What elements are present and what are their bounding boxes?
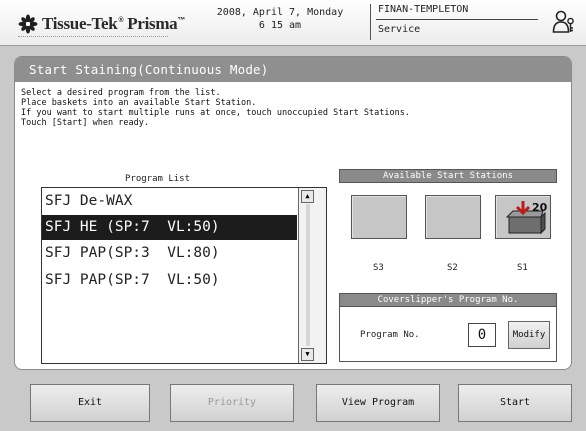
date-time: 2008, April 7, Monday 6 15 am xyxy=(210,6,350,32)
logo-flower-icon xyxy=(18,14,38,34)
instruction-line: If you want to start multiple runs at on… xyxy=(21,108,410,118)
coverslipper-header: Coverslipper's Program No. xyxy=(339,293,557,307)
program-list-label: Program List xyxy=(125,174,191,184)
app-header: Tissue-Tek® Prisma™ 2008, April 7, Monda… xyxy=(0,0,586,46)
logo: Tissue-Tek® Prisma™ xyxy=(18,12,185,36)
screen-title: Start Staining(Continuous Mode) xyxy=(29,62,269,77)
program-no-label: Program No. xyxy=(360,330,420,340)
instructions: Select a desired program from the list. … xyxy=(21,88,561,128)
station-s1-button[interactable]: 20 xyxy=(495,195,551,239)
instruction-line: Select a desired program from the list. xyxy=(21,88,221,98)
scroll-down-button[interactable]: ▼ xyxy=(301,348,314,361)
instruction-line: Place baskets into an available Start St… xyxy=(21,98,257,108)
triangle-down-icon: ▼ xyxy=(305,350,310,358)
date-text: 2008, April 7, Monday xyxy=(216,7,344,18)
instruction-line: Touch [Start] when ready. xyxy=(21,118,149,128)
basket-loaded-icon: 20 xyxy=(505,201,548,235)
modify-button[interactable]: Modify xyxy=(508,321,550,349)
station-s3-button[interactable] xyxy=(351,195,407,239)
program-list-scrollbar[interactable]: ▲ ▼ xyxy=(298,188,326,363)
logo-underline xyxy=(18,36,168,38)
program-item[interactable]: SFJ De-WAX xyxy=(42,189,297,214)
station-label: S2 xyxy=(447,263,458,273)
program-item[interactable]: SFJ PAP(SP:3 VL:80) xyxy=(42,241,297,266)
title-bar: Start Staining(Continuous Mode) xyxy=(15,57,571,82)
time-text: 6 15 am xyxy=(258,20,302,31)
scroll-up-button[interactable]: ▲ xyxy=(301,190,314,203)
user-separator xyxy=(376,19,538,20)
program-list[interactable]: SFJ De-WAX SFJ HE (SP:7 VL:50) SFJ PAP(S… xyxy=(41,187,327,364)
program-item[interactable]: SFJ PAP(SP:7 VL:50) xyxy=(42,268,297,293)
user-key-icon[interactable] xyxy=(552,9,576,35)
station-label: S3 xyxy=(373,263,384,273)
user-divider xyxy=(370,4,371,40)
start-button[interactable]: Start xyxy=(458,384,572,422)
scroll-track[interactable] xyxy=(306,204,310,346)
stations-header: Available Start Stations xyxy=(339,169,557,183)
program-item-selected[interactable]: SFJ HE (SP:7 VL:50) xyxy=(42,215,297,240)
basket-count-badge: 20 xyxy=(532,201,548,214)
station-s2-button[interactable] xyxy=(425,195,481,239)
station-label: S1 xyxy=(517,263,528,273)
view-program-button[interactable]: View Program xyxy=(316,384,440,422)
logo-text: Tissue-Tek® Prisma™ xyxy=(42,14,186,33)
user-role: Service xyxy=(378,24,421,35)
triangle-up-icon: ▲ xyxy=(305,192,310,200)
user-name: FINAN-TEMPLETON xyxy=(378,4,469,15)
start-staining-panel: Start Staining(Continuous Mode) Select a… xyxy=(14,56,572,370)
priority-button[interactable]: Priority xyxy=(170,384,294,422)
exit-button[interactable]: Exit xyxy=(30,384,150,422)
program-no-field[interactable]: 0 xyxy=(468,323,496,347)
coverslipper-box: Program No. 0 Modify xyxy=(339,307,557,362)
